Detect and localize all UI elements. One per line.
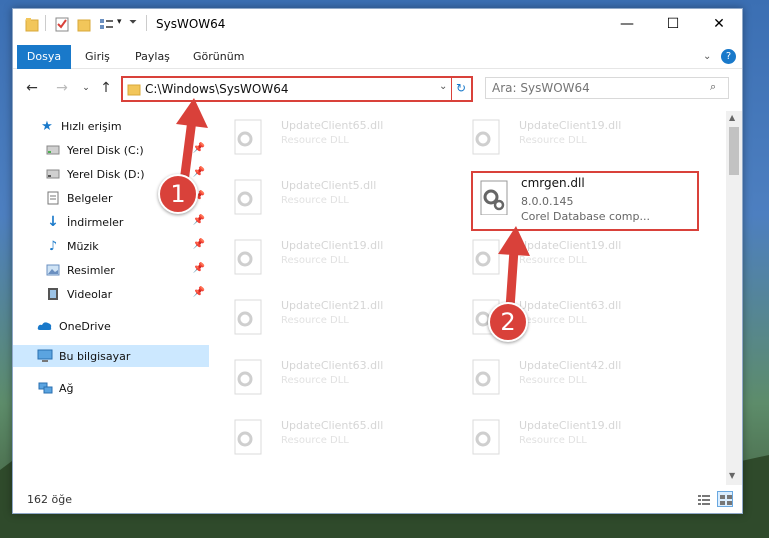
step-2-badge: 2 [488, 302, 528, 342]
annotation-arrows [176, 98, 530, 313]
step-1-badge: 1 [158, 174, 198, 214]
